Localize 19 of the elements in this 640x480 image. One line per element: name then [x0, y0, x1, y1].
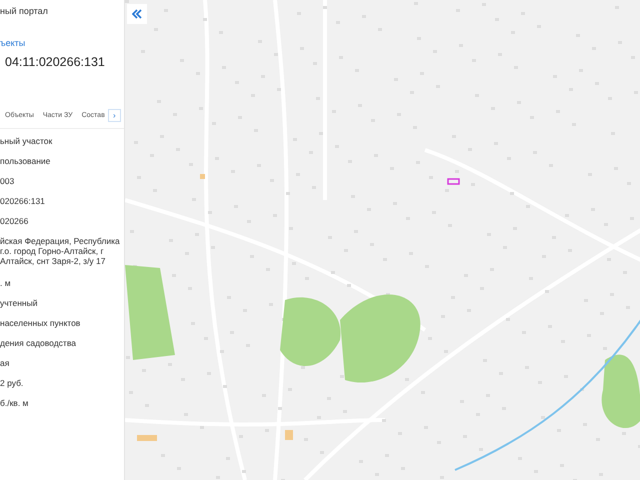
property-value: дения садоводства [0, 338, 77, 350]
property-value: 2 руб. [0, 378, 24, 390]
property-value: населенных пунктов [0, 318, 82, 330]
property-value: 020266:131 [0, 196, 46, 208]
property-value: йская Федерация, Республика г.о. город Горно-Алтайск, г Алтайск, снт Заря-2, з/у 17 [0, 236, 121, 268]
property-value: . м [0, 278, 12, 290]
property-value: б./кв. м [0, 398, 30, 410]
property-value: пользование [0, 156, 52, 168]
cadastral-number: 04:11:020266:131 [5, 55, 106, 69]
property-value: 020266 [0, 216, 30, 228]
portal-title: ный портал [0, 6, 49, 16]
collapse-panel-button[interactable] [127, 4, 147, 24]
property-value: 003 [0, 176, 16, 188]
property-value: ая [0, 358, 10, 370]
next-tab-button[interactable]: › [108, 108, 121, 122]
objects-link[interactable]: ъекты [0, 38, 124, 48]
property-value: учтенный [0, 298, 38, 310]
property-value: ьный участок [0, 136, 54, 148]
double-chevron-left-icon [132, 9, 142, 19]
